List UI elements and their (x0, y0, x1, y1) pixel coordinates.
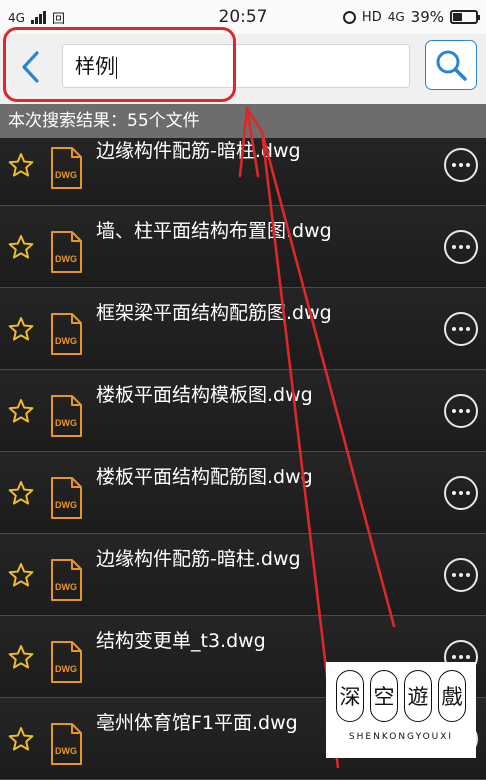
magnifier-icon (436, 50, 467, 81)
watermark-char: 深 (336, 670, 364, 722)
alarm-icon (342, 10, 356, 24)
file-type-label: DWG (55, 664, 77, 674)
text-caret (116, 56, 117, 79)
star-icon[interactable] (8, 726, 34, 756)
file-type-label: DWG (55, 500, 77, 510)
more-options-icon[interactable] (444, 230, 478, 264)
dwg-file-icon: DWG (48, 394, 84, 442)
status-bar: 4G 回 20:57 HD 4G 39% (0, 0, 486, 34)
file-name: 楼板平面结构配筋图.dwg (96, 466, 313, 488)
file-row[interactable]: DWG 墙、柱平面结构布置图.dwg (0, 206, 486, 288)
more-options-icon[interactable] (444, 558, 478, 592)
file-row[interactable]: DWG 框架梁平面结构配筋图.dwg (0, 288, 486, 370)
dwg-file-icon: DWG (48, 722, 84, 770)
file-name: 结构变更单_t3.dwg (96, 630, 266, 652)
dwg-file-icon: DWG (48, 146, 84, 194)
back-button[interactable] (10, 46, 50, 88)
star-icon[interactable] (8, 398, 34, 428)
file-name: 边缘构件配筋-暗柱.dwg (96, 140, 301, 162)
star-icon[interactable] (8, 644, 34, 674)
chevron-left-icon (22, 51, 39, 83)
search-button[interactable] (425, 40, 477, 90)
file-row[interactable]: DWG 边缘构件配筋-暗柱.dwg (0, 138, 486, 206)
status-right: HD 4G 39% (342, 8, 480, 26)
battery-icon (450, 10, 480, 24)
dwg-file-icon: DWG (48, 312, 84, 360)
battery-fill (453, 13, 463, 21)
watermark-char: 空 (370, 670, 398, 722)
hd-label: HD (361, 9, 382, 25)
dwg-file-icon: DWG (48, 640, 84, 688)
file-name: 楼板平面结构模板图.dwg (96, 384, 313, 406)
file-row[interactable]: DWG 楼板平面结构模板图.dwg (0, 370, 486, 452)
file-type-label: DWG (55, 254, 77, 264)
file-type-label: DWG (55, 746, 77, 756)
file-name: 墙、柱平面结构布置图.dwg (96, 220, 332, 242)
more-options-icon[interactable] (444, 394, 478, 428)
dwg-file-icon: DWG (48, 230, 84, 278)
more-options-icon[interactable] (444, 312, 478, 346)
file-name: 亳州体育馆F1平面.dwg (96, 712, 298, 734)
file-type-label: DWG (55, 418, 77, 428)
watermark-logo: 深 空 遊 戲 SHENKONGYOUXI (326, 662, 476, 758)
file-name: 框架梁平面结构配筋图.dwg (96, 302, 332, 324)
file-row[interactable]: DWG 楼板平面结构配筋图.dwg (0, 452, 486, 534)
star-icon[interactable] (8, 234, 34, 264)
watermark-char: 遊 (404, 670, 432, 722)
file-row[interactable]: DWG 边缘构件配筋-暗柱.dwg (0, 534, 486, 616)
star-icon[interactable] (8, 152, 34, 182)
search-header: 样例 (0, 34, 486, 104)
file-type-label: DWG (55, 582, 77, 592)
more-options-icon[interactable] (444, 476, 478, 510)
star-icon[interactable] (8, 480, 34, 510)
search-result-summary: 本次搜索结果：55个文件 (0, 104, 486, 138)
search-input[interactable]: 样例 (62, 44, 410, 88)
file-name: 边缘构件配筋-暗柱.dwg (96, 548, 301, 570)
star-icon[interactable] (8, 562, 34, 592)
search-query: 样例 (75, 54, 115, 78)
dwg-file-icon: DWG (48, 476, 84, 524)
star-icon[interactable] (8, 316, 34, 346)
dwg-file-icon: DWG (48, 558, 84, 606)
more-options-icon[interactable] (444, 148, 478, 182)
file-type-label: DWG (55, 170, 77, 180)
battery-percent: 39% (410, 8, 444, 26)
network-type-2: 4G (387, 10, 405, 24)
file-type-label: DWG (55, 336, 77, 346)
watermark-subtitle: SHENKONGYOUXI (348, 732, 454, 742)
watermark-char: 戲 (438, 670, 466, 722)
